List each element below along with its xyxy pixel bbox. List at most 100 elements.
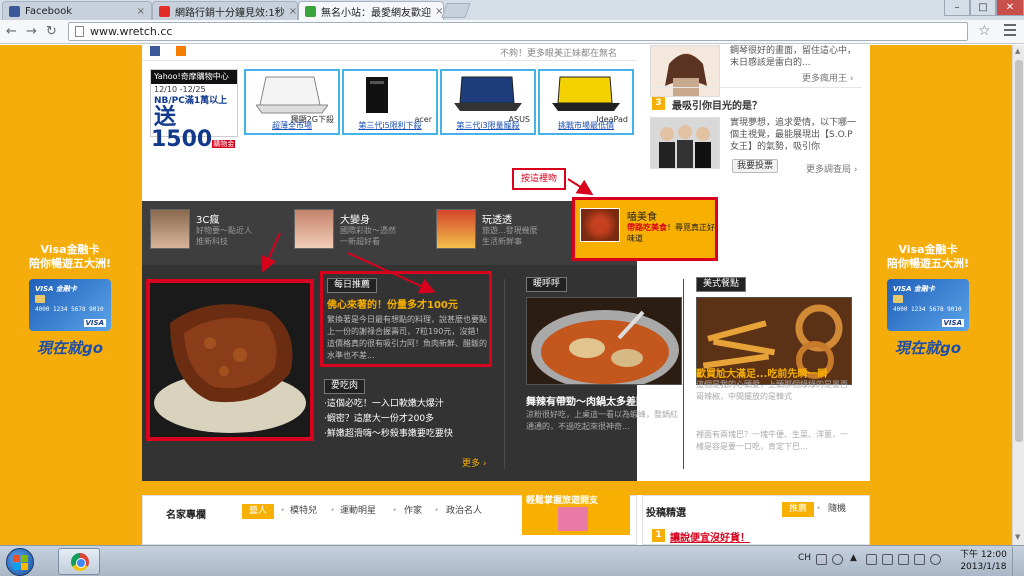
category-3c[interactable]: 3C瘋 好物要～點近人推新科技 [150,209,286,257]
poll-more-link-label: 更多調查局 [806,165,852,175]
daily-label: 每日推薦 [327,278,378,293]
featured-steak-photo[interactable] [146,279,314,441]
chrome-icon [71,553,89,571]
top-notice[interactable]: 不夠！更多眼美正妹都在無名 [500,46,617,59]
visa-card-image: VISA 金融卡 4000 1234 5678 9010 VISA [887,279,969,331]
promo-image [558,507,588,531]
right-item-1-link[interactable]: 更多瘋用王 › [802,71,853,84]
volume-icon[interactable] [914,554,925,565]
love-list: ‧這個必吃！一入口軟嫩大爆汁 ‧蝦密？這麼大一份才200多 ‧鮮嫩超滑嗨～秒殺事… [324,397,453,442]
tab-title: Facebook [25,5,72,17]
category-desc: 國際彩妝～憑然一新超好看 [340,226,396,246]
bookmark-star-icon[interactable]: ☆ [978,23,991,39]
hotpot-photo[interactable] [526,297,682,385]
tab-youtube[interactable]: 網路行銷十分鐘見效:1秒 × [152,1,298,20]
annotation-hint-box: 按這裡吻 [512,168,566,190]
back-icon[interactable]: ← [6,24,17,40]
yahoo-ad-item-link[interactable]: 第三代i3限量寵殺 [444,120,532,131]
minimize-icon[interactable]: – [944,0,970,16]
poll-more-link[interactable]: 更多調查局 › [806,162,857,175]
help-icon[interactable] [832,554,843,565]
side-ad-left[interactable]: Visa金融卡 陪你暢遊五大洲! VISA 金融卡 4000 1234 5678… [20,243,120,358]
ime-indicator[interactable]: CH [798,553,811,563]
daily-title[interactable]: 佛心來著的！份量多才100元 [327,296,458,311]
yahoo-ad-item-link[interactable]: 挑戰市場最低價 [542,120,630,131]
yahoo-ad-promo-big: 送1500 [151,105,213,152]
column-divider [683,279,684,469]
reload-icon[interactable]: ↻ [46,24,57,40]
scroll-thumb[interactable] [1015,60,1023,442]
yahoo-ad-item[interactable]: acer 第三代i5限利下殺 [342,69,438,135]
tab-separator: • [816,504,822,514]
category-food-active[interactable]: 嗑美食 帶路吃美食！尋覓真正好味道 [572,197,718,261]
menu-icon[interactable] [1004,24,1016,39]
page-scrollbar[interactable]: ▲ ▼ [1012,45,1024,545]
daily-recommendation[interactable]: 每日推薦 佛心來著的！份量多才100元 繁換著是今日最有想點的料理，說甚麼也要點… [320,271,492,367]
new-tab-button[interactable] [441,3,471,18]
tab-title: 無名小站：最愛網友歡迎 [321,7,431,19]
clock-date: 2013/1/18 [960,562,1007,572]
tab-model[interactable]: 模特兒 [290,504,317,519]
keyboard-icon[interactable] [816,554,827,565]
forward-icon[interactable]: → [26,24,37,40]
tab-politician[interactable]: 政治名人 [446,504,482,519]
address-bar[interactable]: www.wretch.cc [68,22,968,41]
laptop-image [256,76,328,114]
side-ad-line2: 陪你暢遊五大洲! [28,257,112,270]
system-clock[interactable]: 下午 12:00 2013/1/18 [960,549,1007,573]
love-item[interactable]: ‧蝦密？這麼大一份才200多 [324,412,453,427]
close-icon[interactable]: ✕ [996,0,1024,16]
show-desktop-button[interactable] [1012,547,1024,576]
category-travel[interactable]: 玩透透 旅遊...發現幾麼生活新鮮事 [436,209,572,257]
tab-close-icon[interactable]: × [133,6,145,17]
american-subtitle[interactable]: 一咬準掉下巴？好料餡澎派疊超高 [696,415,831,428]
yahoo-shopping-ad[interactable]: Yahoo!奇摩購物中心 12/10 -12/25 NB/PC滿1萬以上 送15… [150,69,634,151]
travel-promo-ad[interactable]: 輕鬆掌握旅遊開支 [522,491,630,535]
plurk-share-icon[interactable] [176,46,186,56]
vote-button[interactable]: 我要投票 [732,159,779,173]
tab-facebook[interactable]: Facebook × [2,1,152,20]
side-ad-go[interactable]: 現在就go [878,337,978,358]
battery-icon[interactable] [898,554,909,565]
yahoo-ad-item-link[interactable]: 超薄全市場 [248,120,336,131]
taskbar-chrome[interactable] [58,548,100,575]
security-icon[interactable] [930,554,941,565]
tab-wretch[interactable]: 無名小站：最愛網友歡迎 × [298,1,444,20]
american-title[interactable]: 歐買尬大滿足...吃前先瞬一瞬 [696,365,827,380]
signal-icon[interactable] [882,554,893,565]
columnist-title: 名家專欄 [166,510,206,521]
yahoo-ad-item[interactable]: 獨顯2G下殺 超薄全市場 [244,69,340,135]
facebook-share-icon[interactable] [150,46,160,56]
right-photo-1[interactable] [650,45,720,97]
url-text: www.wretch.cc [90,25,173,38]
category-desc-highlight: 帶路吃美食 [627,223,667,232]
network-icon[interactable] [866,554,877,565]
yahoo-ad-banner[interactable]: Yahoo!奇摩購物中心 12/10 -12/25 NB/PC滿1萬以上 送15… [150,69,238,151]
poll-photo[interactable] [650,117,720,169]
start-button[interactable] [6,548,34,576]
yahoo-ad-item-link[interactable]: 第三代i5限利下殺 [346,120,434,131]
tab-writer[interactable]: 作家 [404,504,422,519]
love-item[interactable]: ‧鮮嫩超滑嗨～秒殺事嫩要吃要快 [324,427,453,442]
category-thumb [294,209,334,249]
yahoo-ad-item[interactable]: IdeaPad 挑戰市場最低價 [538,69,634,135]
tab-close-icon[interactable]: × [285,6,297,17]
maximize-icon[interactable]: □ [970,0,996,16]
category-makeover[interactable]: 大變身 國際彩妝～憑然一新超好看 [294,209,430,257]
more-link[interactable]: 更多 › [462,456,486,469]
hotpot-title[interactable]: 舞辣有帶勁～肉鍋太多差點吃不完 [526,393,676,408]
submission-item[interactable]: 讓說便宜沒好貨！ [670,529,750,544]
side-ad-right[interactable]: Visa金融卡 陪你暢遊五大洲! VISA 金融卡 4000 1234 5678… [878,243,978,358]
tab-sports-star[interactable]: 運動明星 [340,504,376,519]
poll-title[interactable]: 最吸引你目光的是？ [672,97,762,112]
love-item[interactable]: ‧這個必吃！一入口軟嫩大爆汁 [324,397,453,412]
tab-random[interactable]: 隨機 [828,502,846,517]
scroll-down-icon[interactable]: ▼ [1015,533,1020,541]
tray-expand-icon[interactable]: ▲ [850,553,857,563]
yahoo-ad-item[interactable]: ASUS 第三代i3限量寵殺 [440,69,536,135]
scroll-up-icon[interactable]: ▲ [1015,47,1020,55]
tab-recommended[interactable]: 推薦 [782,502,815,517]
category-desc: 帶路吃美食！尋覓真正好味道 [627,222,715,244]
side-ad-go[interactable]: 現在就go [20,337,120,358]
tab-celebrity[interactable]: 藝人 [242,504,275,519]
